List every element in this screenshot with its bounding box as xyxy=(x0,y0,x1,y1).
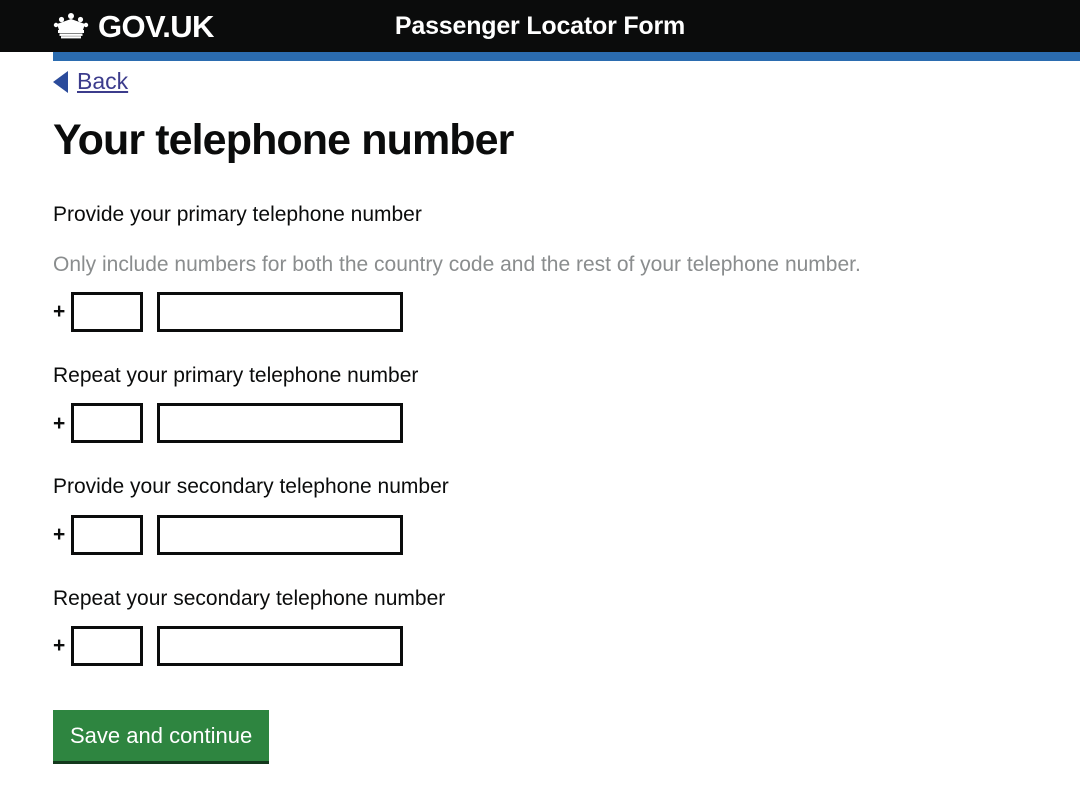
hint-primary-phone: Only include numbers for both the countr… xyxy=(53,252,861,276)
country-code-input-primary[interactable] xyxy=(71,291,143,332)
header-accent-band xyxy=(0,52,1080,61)
site-header: GOV.UK Passenger Locator Form xyxy=(0,0,1080,52)
plus-prefix-primary: + xyxy=(53,300,66,324)
field-group-primary-phone-repeat: Repeat your primary telephone number + xyxy=(53,362,1080,444)
accent-band-left-gap xyxy=(0,52,53,61)
label-primary-phone-repeat: Repeat your primary telephone number xyxy=(53,363,419,387)
back-arrow-icon xyxy=(53,70,68,93)
phone-number-input-secondary[interactable] xyxy=(157,514,403,555)
phone-input-row-primary: + xyxy=(53,291,1080,332)
back-link[interactable]: Back xyxy=(77,70,128,93)
page-title: Your telephone number xyxy=(53,115,514,164)
plus-prefix-primary-repeat: + xyxy=(53,411,66,435)
phone-input-row-primary-repeat: + xyxy=(53,403,1080,444)
accent-band-fill xyxy=(53,52,1080,61)
phone-input-row-secondary-repeat: + xyxy=(53,625,1080,666)
back-link-container[interactable]: Back xyxy=(53,70,128,93)
plus-prefix-secondary-repeat: + xyxy=(53,634,66,658)
page-content: Back Your telephone number Provide your … xyxy=(0,61,1080,764)
phone-number-input-primary-repeat[interactable] xyxy=(157,403,403,444)
save-and-continue-button[interactable]: Save and continue xyxy=(53,709,270,764)
country-code-input-primary-repeat[interactable] xyxy=(71,403,143,444)
phone-number-input-secondary-repeat[interactable] xyxy=(157,625,403,666)
country-code-input-secondary[interactable] xyxy=(71,514,143,555)
field-group-secondary-phone: Provide your secondary telephone number … xyxy=(53,473,1080,555)
submit-container: Save and continue xyxy=(53,709,1080,764)
crown-icon xyxy=(53,11,89,41)
field-group-primary-phone: Provide your primary telephone number On… xyxy=(53,201,1080,332)
phone-number-input-primary[interactable] xyxy=(157,291,403,332)
govuk-brand-name: GOV.UK xyxy=(98,8,214,44)
govuk-brand-link[interactable]: GOV.UK xyxy=(53,0,214,52)
label-secondary-phone-repeat: Repeat your secondary telephone number xyxy=(53,586,446,610)
label-secondary-phone: Provide your secondary telephone number xyxy=(53,475,449,499)
field-group-secondary-phone-repeat: Repeat your secondary telephone number + xyxy=(53,585,1080,666)
label-primary-phone: Provide your primary telephone number xyxy=(53,203,422,227)
plus-prefix-secondary: + xyxy=(53,523,66,547)
phone-input-row-secondary: + xyxy=(53,514,1080,555)
country-code-input-secondary-repeat[interactable] xyxy=(71,625,143,666)
